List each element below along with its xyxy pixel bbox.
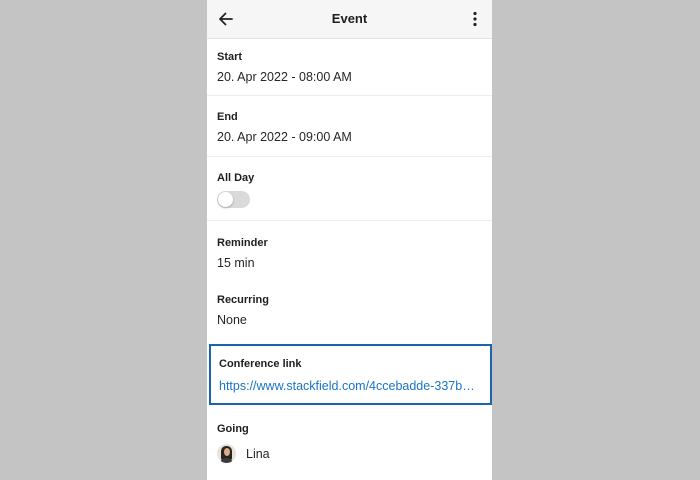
event-screen: Event Start 20. Apr 2022 - 08:00 AM End … [207,0,492,480]
reminder-field[interactable]: Reminder 15 min [207,237,492,271]
going-field: Going Lina [207,423,492,463]
attendee-item[interactable]: Lina [217,444,492,463]
more-vertical-icon [473,11,477,27]
all-day-field: All Day [207,172,492,208]
recurring-field[interactable]: Recurring None [207,294,492,328]
toggle-knob [218,192,233,207]
page-title: Event [331,11,368,26]
start-field[interactable]: Start 20. Apr 2022 - 08:00 AM [207,51,492,85]
more-options-button[interactable] [468,9,482,29]
divider [207,95,492,96]
recurring-value: None [217,313,247,327]
end-value: 20. Apr 2022 - 09:00 AM [217,130,352,144]
reminder-label: Reminder [217,237,268,249]
going-label: Going [217,423,249,435]
all-day-toggle[interactable] [217,191,250,208]
app-bar: Event [207,0,492,39]
reminder-value: 15 min [217,256,255,270]
start-label: Start [217,51,243,63]
attendee-name: Lina [246,446,270,461]
all-day-label: All Day [217,172,255,184]
conference-link[interactable]: https://www.stackfield.com/4ccebadde-337… [219,379,481,394]
start-value: 20. Apr 2022 - 08:00 AM [217,70,352,84]
conference-link-field[interactable]: Conference link https://www.stackfield.c… [209,344,492,405]
conference-link-label: Conference link [219,358,302,370]
divider [207,156,492,157]
end-field[interactable]: End 20. Apr 2022 - 09:00 AM [207,111,492,145]
divider [207,220,492,221]
end-label: End [217,111,238,123]
avatar [217,444,236,463]
recurring-label: Recurring [217,294,269,306]
